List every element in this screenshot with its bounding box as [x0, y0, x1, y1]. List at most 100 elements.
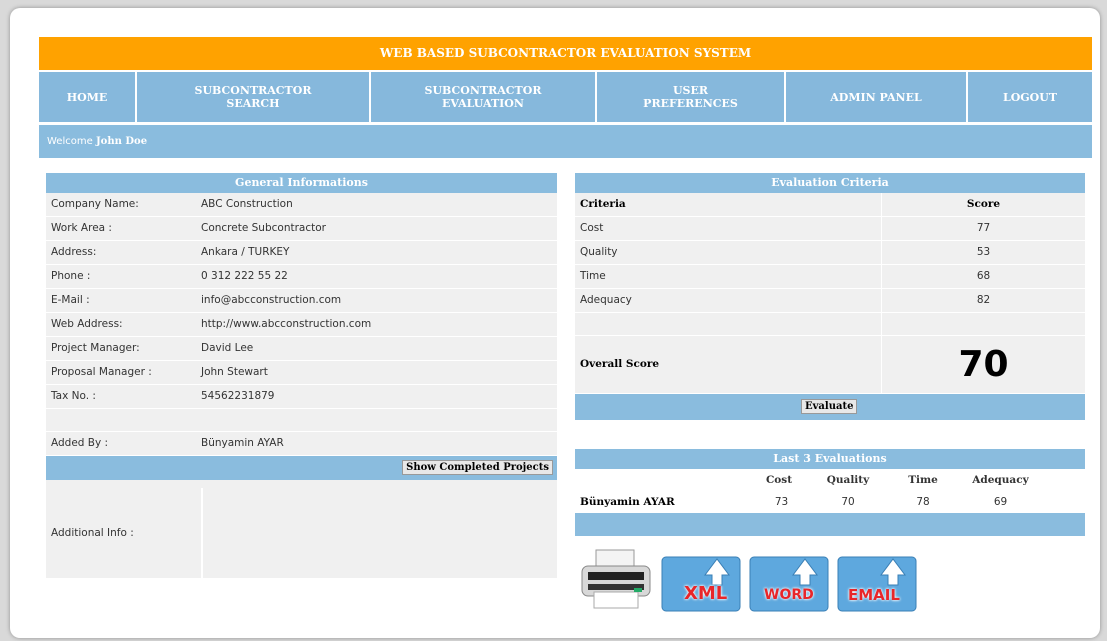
last-evaluations-panel: Last 3 Evaluations Cost Quality Time Ade… [575, 449, 1085, 536]
info-value: Ankara / TURKEY [201, 246, 290, 258]
info-value: John Stewart [201, 366, 268, 378]
evaluate-button[interactable]: Evaluate [801, 399, 858, 414]
email-label: EMAIL [848, 586, 900, 604]
evaluation-criteria-title: Evaluation Criteria [575, 173, 1085, 193]
general-actions-bar: Show Completed Projects [46, 456, 557, 480]
export-email-button[interactable]: EMAIL [836, 545, 918, 617]
nav-label-line2: SEARCH [226, 97, 280, 110]
export-xml-button[interactable]: XML [660, 545, 742, 617]
last-evaluations-footer [575, 513, 1085, 536]
info-label: Company Name: [51, 198, 139, 210]
nav-label-line2: EVALUATION [442, 97, 524, 110]
info-value: http://www.abcconstruction.com [201, 318, 372, 330]
eval-cost: 73 [774, 496, 789, 508]
additional-info-label: Additional Info : [51, 527, 134, 539]
criteria-row: Quality 53 [575, 241, 1085, 265]
word-label: WORD [764, 587, 814, 603]
overall-score-value: 70 [958, 344, 1009, 385]
criteria-row: Adequacy 82 [575, 289, 1085, 313]
info-value: ABC Construction [201, 198, 293, 210]
overall-score-label: Overall Score [575, 336, 882, 393]
criteria-row: Time 68 [575, 265, 1085, 289]
criteria-name: Cost [575, 217, 882, 240]
criteria-row: Cost 77 [575, 217, 1085, 241]
criteria-name: Time [575, 265, 882, 288]
general-info-title: General Informations [46, 173, 557, 193]
spacer-row [575, 313, 1085, 336]
info-label: Tax No. : [51, 390, 96, 402]
additional-info-row: Additional Info : [46, 488, 557, 578]
info-value: info@abcconstruction.com [201, 294, 342, 306]
nav-logout[interactable]: LOGOUT [968, 72, 1092, 122]
show-completed-projects-button[interactable]: Show Completed Projects [402, 460, 553, 475]
info-row: E-Mail : info@abcconstruction.com [46, 289, 557, 313]
info-row: Web Address: http://www.abcconstruction.c… [46, 313, 557, 337]
eval-time: 78 [916, 496, 930, 508]
nav-logout-label: LOGOUT [1002, 90, 1058, 104]
criteria-score: 77 [976, 222, 991, 234]
col-header-quality: Quality [826, 474, 870, 486]
last-evaluations-title: Last 3 Evaluations [575, 449, 1085, 469]
nav-subcontractor-search[interactable]: SUBCONTRACTOR SEARCH [137, 72, 369, 122]
score-col-header: Score [966, 198, 1001, 210]
printer-icon[interactable] [578, 548, 654, 616]
col-header-adequacy: Adequacy [972, 474, 1029, 486]
info-label: Address: [51, 246, 97, 258]
nav-label-line1: USER [672, 84, 709, 97]
nav-home[interactable]: HOME [39, 72, 135, 122]
evaluation-criteria-panel: Evaluation Criteria Criteria Score Cost 7… [575, 173, 1085, 420]
criteria-score: 68 [976, 270, 991, 282]
info-label: Phone : [51, 270, 91, 282]
last-evaluations-header-row: Cost Quality Time Adequacy [575, 469, 1085, 491]
criteria-header-row: Criteria Score [575, 193, 1085, 217]
info-row: Company Name: ABC Construction [46, 193, 557, 217]
info-label: E-Mail : [51, 294, 90, 306]
info-row: Phone : 0 312 222 55 22 [46, 265, 557, 289]
table-row: Bünyamin AYAR 73 70 78 69 [575, 491, 1085, 513]
spacer-row [46, 409, 557, 432]
info-row: Address: Ankara / TURKEY [46, 241, 557, 265]
nav-label-line1: SUBCONTRACTOR [424, 84, 542, 97]
info-label: Work Area : [51, 222, 112, 234]
info-value: 54562231879 [201, 390, 275, 402]
criteria-score: 53 [976, 246, 991, 258]
col-header-cost: Cost [765, 474, 793, 486]
main-nav: HOME SUBCONTRACTOR SEARCH SUBCONTRACTOR … [39, 72, 1092, 122]
welcome-user: John Doe [95, 136, 148, 147]
overall-score-row: Overall Score 70 [575, 336, 1085, 394]
nav-admin-panel[interactable]: ADMIN PANEL [786, 72, 966, 122]
eval-adequacy: 69 [993, 496, 1008, 508]
criteria-score: 82 [976, 294, 991, 306]
nav-subcontractor-evaluation[interactable]: SUBCONTRACTOR EVALUATION [371, 72, 595, 122]
nav-admin-panel-label: ADMIN PANEL [830, 90, 922, 104]
criteria-name: Adequacy [575, 289, 882, 312]
app-title: WEB BASED SUBCONTRACTOR EVALUATION SYSTE… [39, 37, 1092, 70]
info-row: Project Manager: David Lee [46, 337, 557, 361]
welcome-bar: Welcome John Doe [39, 125, 1092, 158]
nav-label-line2: PREFERENCES [643, 97, 738, 110]
spacer-row [46, 480, 557, 488]
export-word-button[interactable]: WORD [748, 545, 830, 617]
nav-home-label: HOME [66, 90, 108, 104]
evaluator-name: Bünyamin AYAR [580, 496, 675, 508]
additional-info-value [201, 488, 557, 578]
info-label: Added By : [51, 437, 109, 449]
info-row: Work Area : Concrete Subcontractor [46, 217, 557, 241]
general-info-panel: General Informations Company Name: ABC Co… [46, 173, 557, 578]
info-label: Proposal Manager : [51, 366, 152, 378]
evaluate-bar: Evaluate [575, 394, 1085, 420]
criteria-name: Quality [575, 241, 882, 264]
info-value: Concrete Subcontractor [201, 222, 326, 234]
info-value: David Lee [201, 342, 254, 354]
eval-quality: 70 [841, 496, 855, 508]
info-row: Tax No. : 54562231879 [46, 385, 557, 409]
info-label: Project Manager: [51, 342, 140, 354]
info-value: Bünyamin AYAR [201, 437, 284, 449]
xml-label: XML [684, 583, 728, 604]
nav-user-preferences[interactable]: USER PREFERENCES [597, 72, 784, 122]
nav-label-line1: SUBCONTRACTOR [194, 84, 312, 97]
welcome-prefix: Welcome [47, 136, 93, 147]
info-label: Web Address: [51, 318, 123, 330]
col-header-time: Time [908, 474, 938, 486]
info-row: Proposal Manager : John Stewart [46, 361, 557, 385]
